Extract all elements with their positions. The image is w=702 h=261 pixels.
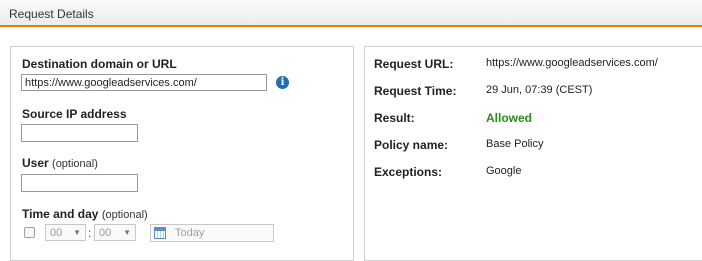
source-ip-label: Source IP address (22, 107, 127, 121)
user-label: User (optional) (22, 156, 98, 170)
minute-select-value: 00 (99, 227, 112, 239)
request-url-label: Request URL: (374, 57, 454, 71)
info-icon[interactable]: i (276, 76, 289, 89)
destination-input[interactable] (21, 74, 267, 91)
time-day-optional-note: (optional) (101, 209, 148, 221)
section-header: Request Details (0, 0, 702, 27)
source-ip-input[interactable] (21, 124, 138, 142)
user-label-text: User (22, 156, 49, 170)
request-time-label: Request Time: (374, 84, 457, 98)
calendar-icon[interactable] (154, 227, 166, 239)
result-label: Result: (374, 111, 415, 125)
chevron-down-icon: ▼ (123, 228, 131, 237)
section-title: Request Details (9, 7, 94, 21)
user-input[interactable] (21, 174, 138, 192)
time-separator: : (88, 226, 92, 240)
policy-name-label: Policy name: (374, 138, 449, 152)
result-status-value: Allowed (486, 111, 533, 125)
date-field[interactable]: Today (150, 224, 274, 242)
request-result-panel (364, 46, 702, 261)
time-day-checkbox[interactable] (24, 227, 35, 238)
time-day-label: Time and day (optional) (22, 207, 148, 221)
minute-select[interactable]: 00 ▼ (94, 224, 136, 241)
request-url-value: https://www.googleadservices.com/ (486, 57, 658, 69)
user-optional-note: (optional) (52, 158, 98, 170)
exceptions-value: Google (486, 165, 522, 177)
hour-select[interactable]: 00 ▼ (45, 224, 86, 241)
destination-label: Destination domain or URL (22, 57, 177, 71)
policy-name-value: Base Policy (486, 138, 544, 150)
chevron-down-icon: ▼ (73, 228, 81, 237)
exceptions-label: Exceptions: (374, 165, 443, 179)
time-day-label-text: Time and day (22, 207, 99, 221)
request-time-value: 29 Jun, 07:39 (CEST) (486, 84, 593, 96)
date-placeholder: Today (175, 227, 205, 239)
hour-select-value: 00 (50, 227, 63, 239)
